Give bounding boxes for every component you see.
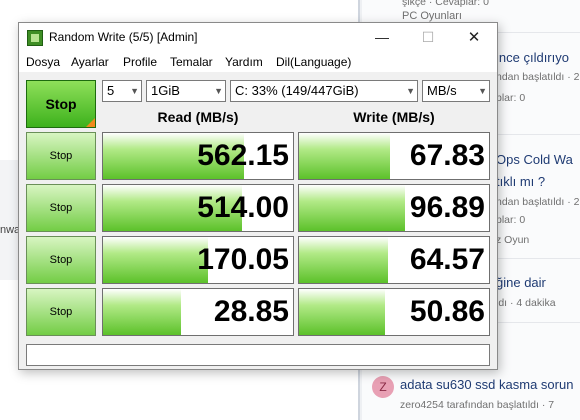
drive-select[interactable]: C: 33% (149/447GiB) ▼ — [230, 80, 418, 102]
stop-test-4-button[interactable]: Stop — [26, 288, 96, 336]
write-progress-bar — [299, 237, 389, 283]
stop-test-1-button[interactable]: Stop — [26, 132, 96, 180]
thread-meta: şikçe · Cevaplar: 0 — [402, 0, 489, 8]
read-value: 514.00 — [197, 191, 289, 224]
chevron-down-icon: ▼ — [214, 86, 223, 96]
test-size-value: 1GiB — [151, 83, 180, 98]
thread-meta: ndan başlatıldı · 2 — [496, 196, 580, 208]
thread-category[interactable]: PC Oyunları — [402, 10, 462, 22]
write-header: Write (MB/s) — [353, 109, 435, 125]
read-value: 170.05 — [197, 243, 289, 276]
menu-profile[interactable]: Profile — [123, 55, 157, 69]
read-result-2: 514.00 — [102, 184, 294, 232]
read-value: 28.85 — [213, 295, 289, 328]
test-count-select[interactable]: 5 ▼ — [102, 80, 142, 102]
menu-help[interactable]: Yardım — [225, 55, 263, 69]
write-progress-bar — [299, 185, 406, 231]
menu-settings[interactable]: Ayarlar — [71, 55, 109, 69]
thread-title-line2[interactable]: tıklı mı ? — [496, 174, 545, 189]
thread-meta: ndan başlatıldı · 2 — [496, 71, 580, 83]
menu-file[interactable]: Dosya — [26, 55, 60, 69]
stop-all-button[interactable]: Stop — [26, 80, 96, 128]
write-result-4: 50.86 — [298, 288, 490, 336]
write-value: 67.83 — [409, 139, 485, 172]
write-value: 64.57 — [409, 243, 485, 276]
thread-meta: ldı · 4 dakika — [496, 297, 556, 309]
chevron-down-icon: ▼ — [478, 86, 487, 96]
minimize-button[interactable]: — — [359, 23, 405, 52]
title-bar[interactable]: Random Write (5/5) [Admin] — ☐ ✕ — [19, 23, 497, 52]
read-progress-bar — [103, 289, 181, 335]
write-result-3: 64.57 — [298, 236, 490, 284]
thread-title[interactable]: adata su630 ssd kasma sorun — [400, 377, 573, 392]
menu-bar: Dosya Ayarlar Profile Temalar Yardım Dil… — [19, 52, 497, 72]
menu-themes[interactable]: Temalar — [170, 55, 213, 69]
write-progress-bar — [299, 133, 391, 179]
thread-replies: plar: 0 — [496, 214, 526, 226]
read-result-1: 562.15 — [102, 132, 294, 180]
thread-meta: zero4254 tarafından başlatıldı · 7 — [400, 399, 555, 411]
thread-title[interactable]: ğine dair — [496, 275, 546, 290]
menu-language[interactable]: Dil(Language) — [276, 55, 351, 69]
benchmark-window: Random Write (5/5) [Admin] — ☐ ✕ Dosya A… — [18, 22, 498, 370]
write-value: 96.89 — [409, 191, 485, 224]
close-button[interactable]: ✕ — [451, 23, 497, 52]
read-header: Read (MB/s) — [157, 109, 239, 125]
chevron-down-icon: ▼ — [406, 86, 415, 96]
read-result-3: 170.05 — [102, 236, 294, 284]
test-size-select[interactable]: 1GiB ▼ — [146, 80, 226, 102]
comment-input[interactable] — [26, 344, 490, 366]
chevron-down-icon: ▼ — [130, 86, 139, 96]
write-result-2: 96.89 — [298, 184, 490, 232]
write-result-1: 67.83 — [298, 132, 490, 180]
benchmark-panel: Stop 5 ▼ 1GiB ▼ C: 33% (149/447GiB) ▼ MB… — [19, 72, 497, 369]
maximize-button[interactable]: ☐ — [405, 23, 451, 52]
thread-category[interactable]: z Oyun — [496, 234, 529, 246]
write-value: 50.86 — [409, 295, 485, 328]
read-result-4: 28.85 — [102, 288, 294, 336]
read-progress-bar — [103, 237, 208, 283]
avatar[interactable]: Z — [372, 376, 394, 398]
app-icon — [27, 30, 43, 46]
drive-value: C: 33% (149/447GiB) — [235, 83, 359, 98]
read-value: 562.15 — [197, 139, 289, 172]
write-progress-bar — [299, 289, 385, 335]
stop-test-2-button[interactable]: Stop — [26, 184, 96, 232]
test-count-value: 5 — [107, 83, 115, 98]
thread-replies: plar: 0 — [496, 92, 526, 104]
unit-select[interactable]: MB/s ▼ — [422, 80, 490, 102]
thread-title[interactable]: ince çıldırıyo — [496, 50, 569, 65]
thread-title[interactable]: Ops Cold Wa — [496, 152, 573, 167]
unit-value: MB/s — [427, 83, 457, 98]
stop-test-3-button[interactable]: Stop — [26, 236, 96, 284]
window-title: Random Write (5/5) [Admin] — [49, 30, 198, 44]
